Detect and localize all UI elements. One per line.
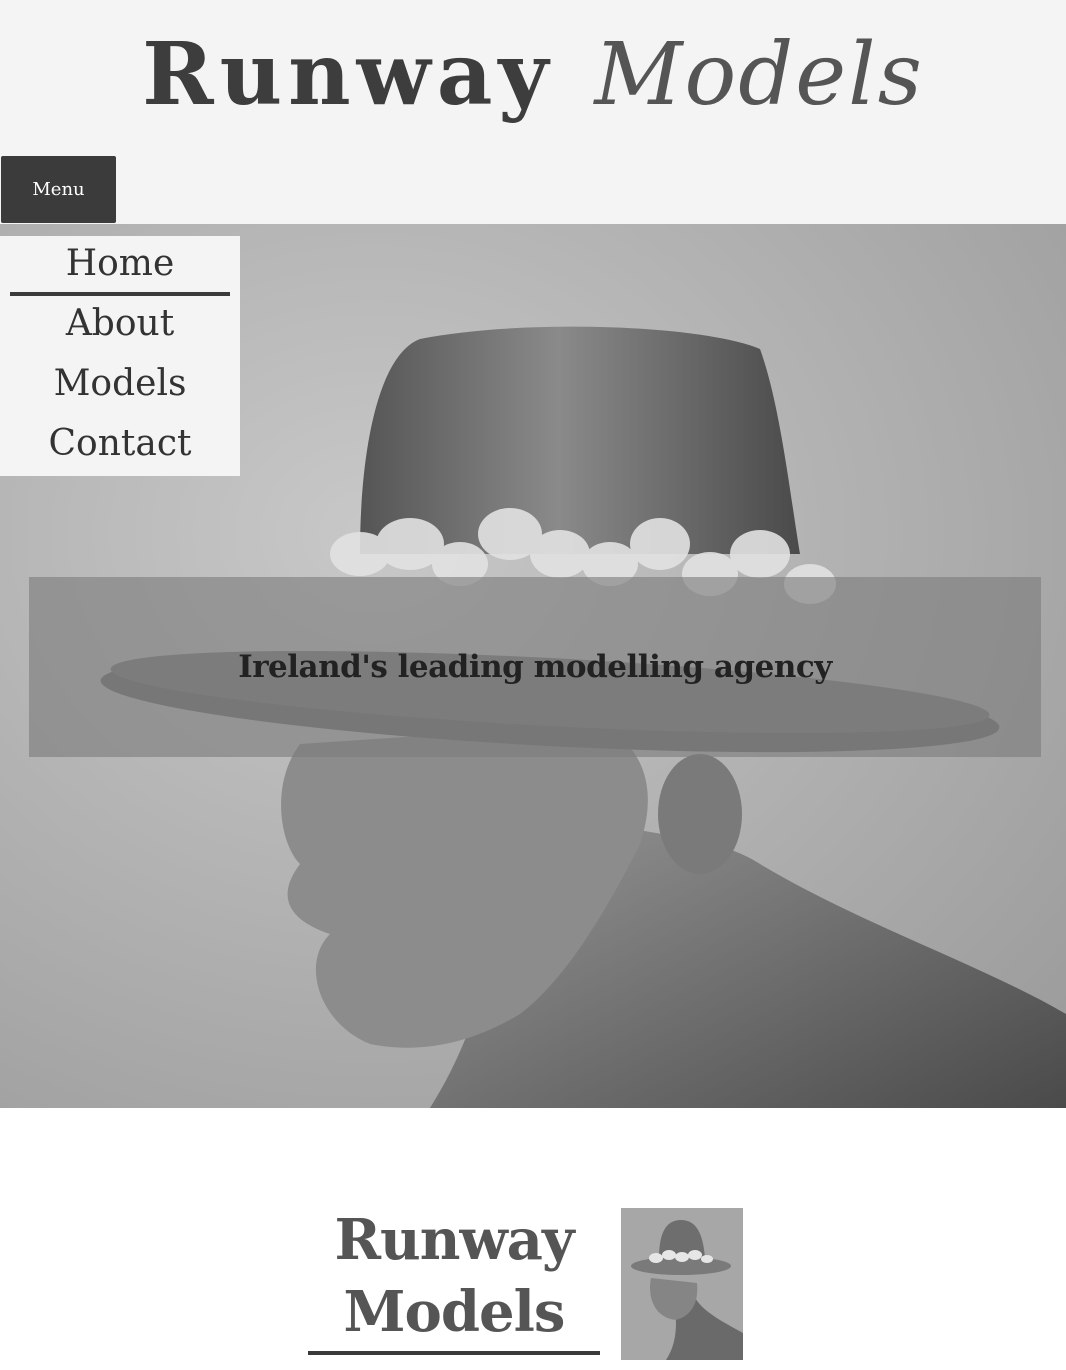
thumbnail-image [621, 1208, 743, 1360]
nav-item-about[interactable]: About [0, 296, 240, 356]
nav-item-models[interactable]: Models [0, 356, 240, 416]
nav-item-home[interactable]: Home [10, 236, 230, 296]
footer-section: Runway Models [0, 1108, 1066, 1370]
tagline-text: Ireland's leading modelling agency [238, 649, 832, 685]
footer-logo-underline [308, 1351, 600, 1355]
site-title-word-runway: Runway [142, 24, 555, 125]
menu-button[interactable]: Menu [1, 156, 116, 223]
footer-logo-line2: Models [343, 1279, 566, 1345]
site-title-word-models: Models [594, 25, 924, 125]
nav-item-contact[interactable]: Contact [0, 416, 240, 476]
footer-logo-line1: Runway [334, 1207, 575, 1273]
tagline-banner: Ireland's leading modelling agency [29, 577, 1041, 757]
footer-logo[interactable]: Runway Models [308, 1204, 600, 1348]
site-title: Runway Models [0, 0, 1066, 150]
nav-menu: Home About Models Contact [0, 236, 240, 476]
thumbnail-photo [621, 1208, 743, 1360]
